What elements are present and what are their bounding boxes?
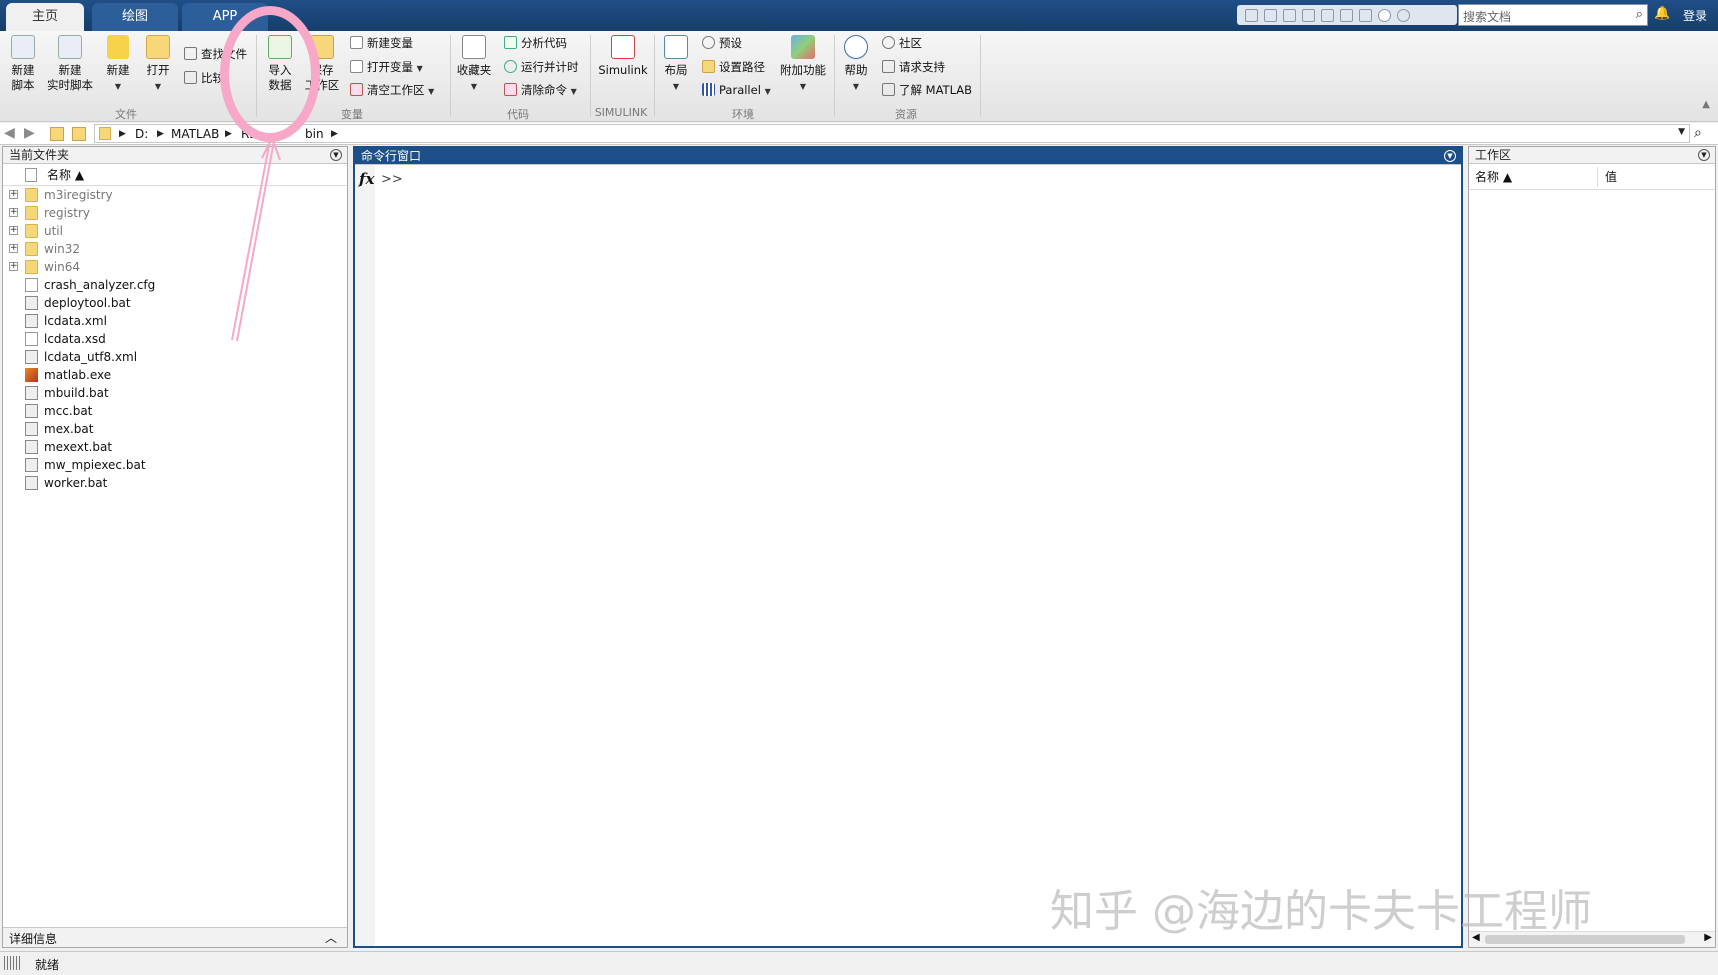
matlab-desktop: 主页 绘图 APP 搜索文档 ⌕ 🔔 登录 新建 脚本 新建 实时脚本 新建 ▼ … [0,0,1718,975]
annotation-arrow [231,135,281,342]
watermark-text: 知乎 @海边的卡夫卡工程师 [1050,886,1592,937]
